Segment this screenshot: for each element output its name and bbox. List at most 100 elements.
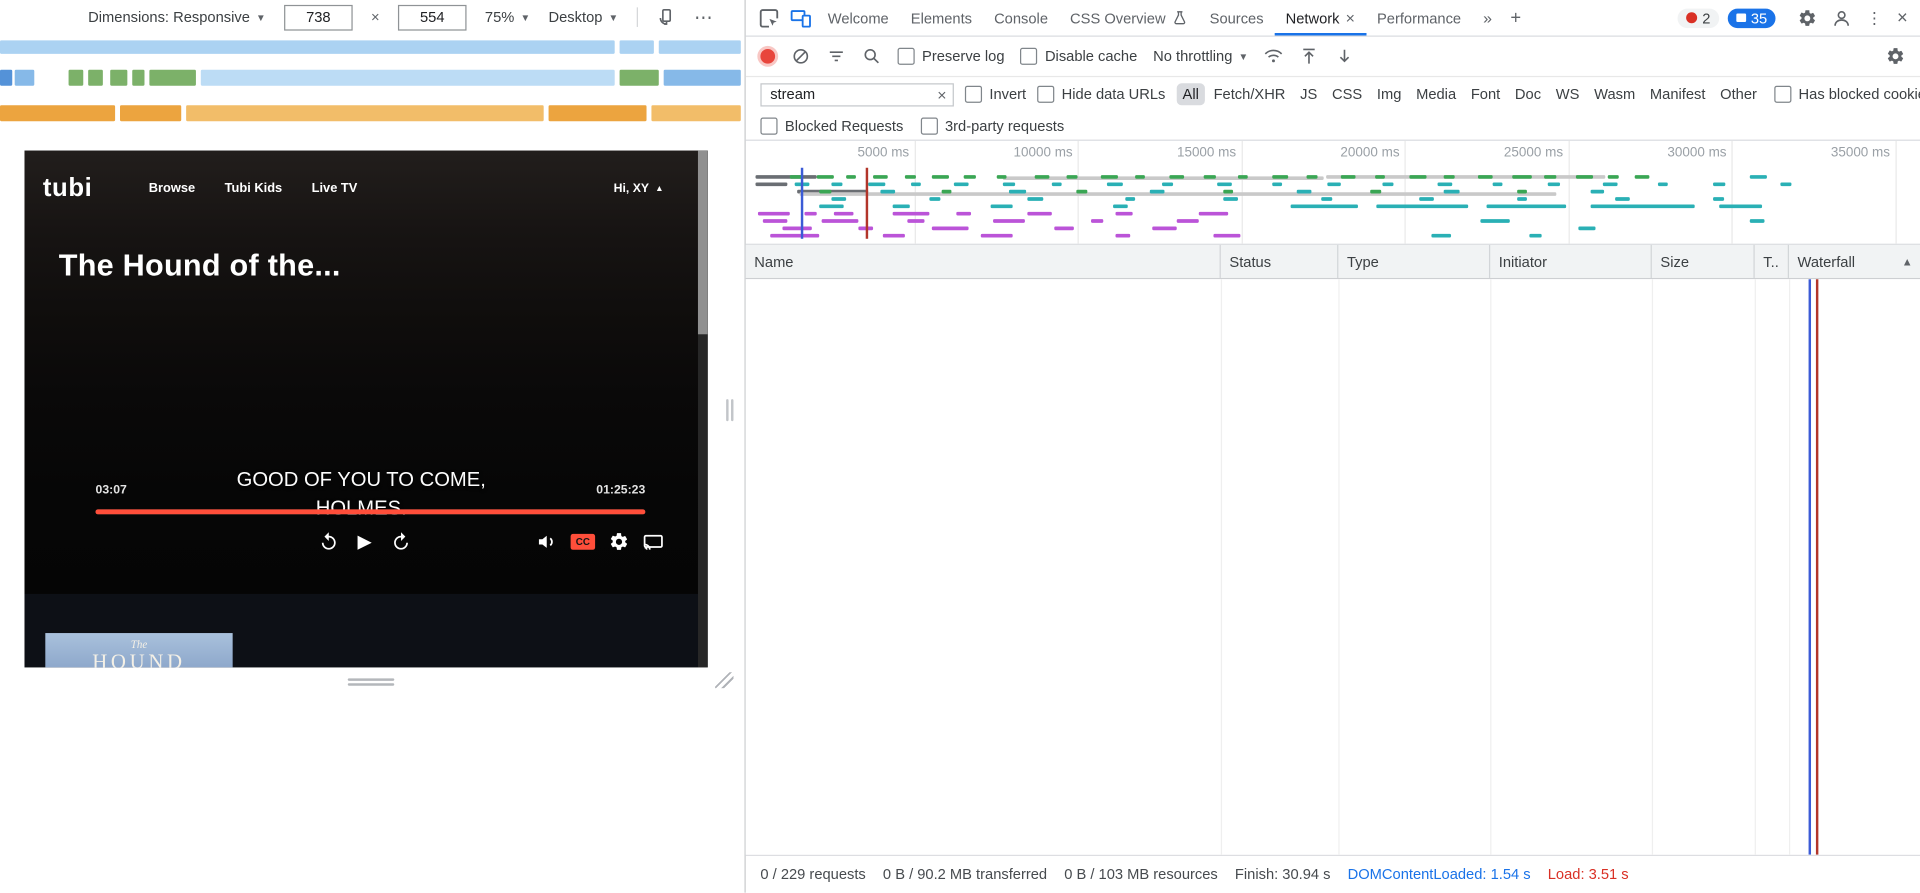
tab-elements[interactable]: Elements xyxy=(900,1,983,35)
third-party-requests-checkbox[interactable]: 3rd-party requests xyxy=(920,116,1064,135)
requests-table-body[interactable] xyxy=(745,279,1920,855)
network-overview-timeline[interactable]: 5000 ms 10000 ms 15000 ms 20000 ms 25000 ms 3… xyxy=(745,140,1920,245)
account-menu[interactable]: Hi, XY ▲ xyxy=(614,182,664,195)
preserve-log-checkbox[interactable]: Preserve log xyxy=(897,47,1005,65)
disable-cache-checkbox[interactable]: Disable cache xyxy=(1020,47,1137,65)
filter-pill-other[interactable]: Other xyxy=(1714,83,1763,105)
media-query-bar-segment[interactable] xyxy=(0,69,13,86)
column-header-type[interactable]: Type xyxy=(1338,244,1491,278)
filter-pill-doc[interactable]: Doc xyxy=(1509,83,1547,105)
media-query-bar-segment[interactable] xyxy=(658,40,741,54)
filter-input-box[interactable]: × xyxy=(760,82,954,106)
viewport-right-resize-handle[interactable] xyxy=(724,399,735,422)
tab-welcome[interactable]: Welcome xyxy=(817,1,900,35)
record-button[interactable] xyxy=(760,48,776,64)
throttling-select[interactable]: No throttling ▼ xyxy=(1153,48,1248,65)
filter-funnel-icon[interactable] xyxy=(827,47,847,67)
device-type-select[interactable]: Desktop ▼ xyxy=(549,9,619,26)
volume-icon[interactable] xyxy=(536,531,557,552)
filter-pill-media[interactable]: Media xyxy=(1410,83,1462,105)
close-tab-icon[interactable]: × xyxy=(1346,9,1355,27)
media-query-bar-segment[interactable] xyxy=(120,105,182,122)
media-query-bar-segment[interactable] xyxy=(663,69,741,86)
tubi-logo[interactable]: tubi xyxy=(43,174,93,203)
media-query-bar-segment[interactable] xyxy=(548,105,647,122)
cast-icon[interactable] xyxy=(643,531,664,552)
nav-live-tv[interactable]: Live TV xyxy=(312,181,358,196)
media-query-bar-segment[interactable] xyxy=(619,40,654,54)
hide-data-urls-checkbox[interactable]: Hide data URLs xyxy=(1037,85,1165,103)
dimensions-select[interactable]: Dimensions: Responsive ▼ xyxy=(88,9,266,26)
column-header-time[interactable]: T.. xyxy=(1755,244,1789,278)
tab-performance[interactable]: Performance xyxy=(1366,1,1472,35)
filter-pill-js[interactable]: JS xyxy=(1294,83,1323,105)
device-toolbar-toggle-icon[interactable] xyxy=(790,7,812,29)
search-icon[interactable] xyxy=(862,47,882,67)
inspect-icon[interactable] xyxy=(758,7,780,29)
more-tabs-button[interactable]: » xyxy=(1472,9,1503,27)
media-query-bar-segment[interactable] xyxy=(0,105,116,122)
scrollbar-thumb[interactable] xyxy=(697,150,708,335)
viewport-height-input[interactable] xyxy=(397,4,467,31)
has-blocked-cookies-checkbox[interactable]: Has blocked cookies xyxy=(1774,85,1920,103)
invert-checkbox[interactable]: Invert xyxy=(964,85,1026,103)
column-header-status[interactable]: Status xyxy=(1221,244,1339,278)
more-tools-button[interactable]: + xyxy=(1503,7,1528,28)
tab-console[interactable]: Console xyxy=(983,1,1059,35)
devtools-settings-gear-icon[interactable] xyxy=(1798,8,1818,28)
zoom-select[interactable]: 75% ▼ xyxy=(485,9,530,26)
tab-css-overview[interactable]: CSS Overview xyxy=(1059,1,1199,35)
filter-pill-wasm[interactable]: Wasm xyxy=(1588,83,1641,105)
column-header-name[interactable]: Name xyxy=(746,244,1221,278)
tab-sources[interactable]: Sources xyxy=(1199,1,1275,35)
play-icon[interactable]: ▶ xyxy=(358,531,372,552)
devtools-menu-kebab-icon[interactable]: ⋮ xyxy=(1866,8,1882,28)
media-query-bar-segment[interactable] xyxy=(651,105,741,122)
filter-input[interactable] xyxy=(767,84,938,105)
forward-30-icon[interactable] xyxy=(390,531,411,552)
movie-poster-thumbnail[interactable]: The HOUND xyxy=(45,633,233,668)
filter-pill-font[interactable]: Font xyxy=(1465,83,1507,105)
viewport-width-input[interactable] xyxy=(284,4,353,31)
clear-icon[interactable] xyxy=(791,47,811,67)
filter-pill-all[interactable]: All xyxy=(1176,83,1205,106)
media-query-bar-segment[interactable] xyxy=(132,69,145,86)
media-query-bar-segment[interactable] xyxy=(149,69,196,86)
column-header-size[interactable]: Size xyxy=(1652,244,1755,278)
nav-browse[interactable]: Browse xyxy=(149,181,195,196)
media-query-bar-segment[interactable] xyxy=(200,69,615,86)
seek-bar[interactable] xyxy=(95,509,646,515)
filter-pill-img[interactable]: Img xyxy=(1371,83,1408,105)
filter-pill-css[interactable]: CSS xyxy=(1326,83,1368,105)
column-header-waterfall[interactable]: Waterfall ▲ xyxy=(1789,245,1920,278)
tab-network[interactable]: Network × xyxy=(1275,1,1366,35)
page-scrollbar[interactable] xyxy=(697,150,708,668)
import-har-icon[interactable] xyxy=(1300,47,1320,67)
feedback-person-icon[interactable] xyxy=(1832,8,1852,28)
device-toolbar-more-button[interactable]: ⋯ xyxy=(694,6,715,28)
rewind-30-icon[interactable] xyxy=(318,531,339,552)
network-settings-gear-icon[interactable] xyxy=(1886,47,1906,67)
player-settings-gear-icon[interactable] xyxy=(609,531,630,552)
network-conditions-icon[interactable] xyxy=(1264,47,1284,67)
filter-pill-manifest[interactable]: Manifest xyxy=(1644,83,1712,105)
filter-pill-ws[interactable]: WS xyxy=(1550,83,1586,105)
viewport-bottom-resize-handle[interactable] xyxy=(347,676,395,687)
media-query-bar-segment[interactable] xyxy=(0,40,615,54)
media-query-bar-segment[interactable] xyxy=(186,105,544,122)
media-query-bar-segment[interactable] xyxy=(619,69,659,86)
filter-pill-fetch-xhr[interactable]: Fetch/XHR xyxy=(1207,83,1291,105)
media-query-bar-segment[interactable] xyxy=(110,69,128,86)
issues-count-badge[interactable]: 35 xyxy=(1727,7,1776,28)
close-devtools-icon[interactable]: × xyxy=(1897,7,1908,28)
closed-captions-button[interactable]: CC xyxy=(570,533,596,550)
viewport-corner-resize-handle[interactable] xyxy=(715,672,734,689)
export-har-icon[interactable] xyxy=(1335,47,1355,67)
error-count-badge[interactable]: 2 xyxy=(1677,7,1720,28)
blocked-requests-checkbox[interactable]: Blocked Requests xyxy=(760,116,903,135)
clear-filter-icon[interactable]: × xyxy=(937,85,946,103)
rotate-icon[interactable] xyxy=(656,7,676,27)
nav-tubi-kids[interactable]: Tubi Kids xyxy=(225,181,283,196)
media-query-bar-segment[interactable] xyxy=(88,69,103,86)
media-query-bar-segment[interactable] xyxy=(68,69,84,86)
